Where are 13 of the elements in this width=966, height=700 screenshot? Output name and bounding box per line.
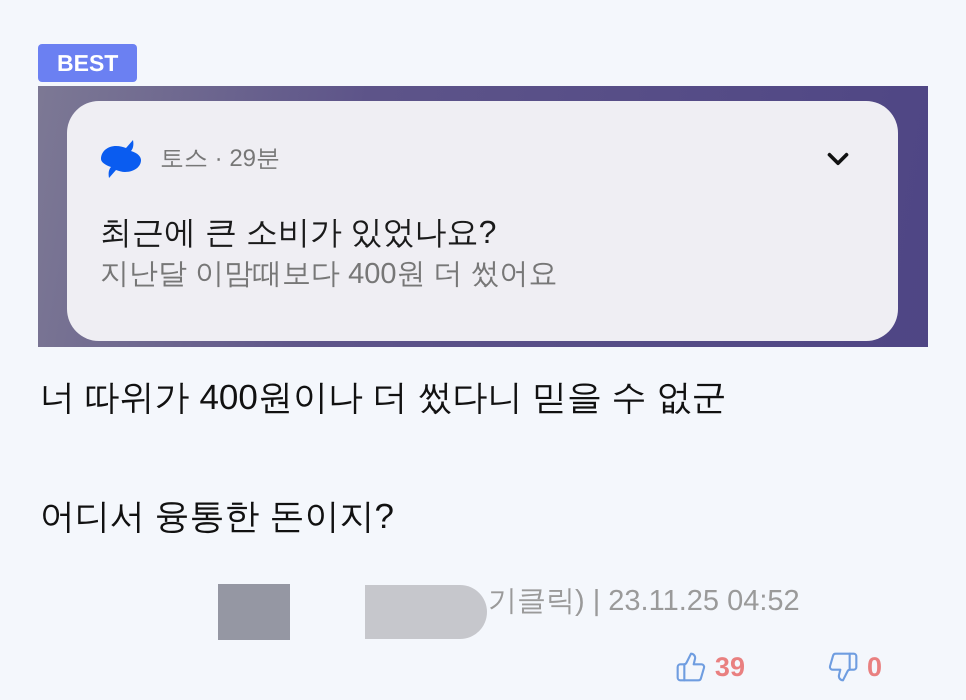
- redaction-block: [218, 584, 290, 640]
- thumbs-down-icon: [826, 651, 859, 683]
- notification-body: 지난달 이맘때보다 400원 더 썼어요: [100, 257, 558, 292]
- thumbs-up-icon: [674, 651, 707, 683]
- app-logo-icon: [100, 140, 142, 178]
- comment-meta: 기클릭) | 23.11.25 04:52: [488, 584, 800, 618]
- like-button[interactable]: 39: [674, 651, 745, 683]
- notification-source: 토스 · 29분: [160, 144, 280, 174]
- notification-title: 최근에 큰 소비가 있었나요?: [100, 213, 496, 251]
- dislike-button[interactable]: 0: [826, 651, 882, 683]
- best-badge: BEST: [38, 44, 138, 82]
- comment-text: 너 따위가 400원이나 더 썼다니 믿을 수 없군: [40, 377, 726, 419]
- comment-text: 어디서 융통한 돈이지?: [40, 496, 394, 538]
